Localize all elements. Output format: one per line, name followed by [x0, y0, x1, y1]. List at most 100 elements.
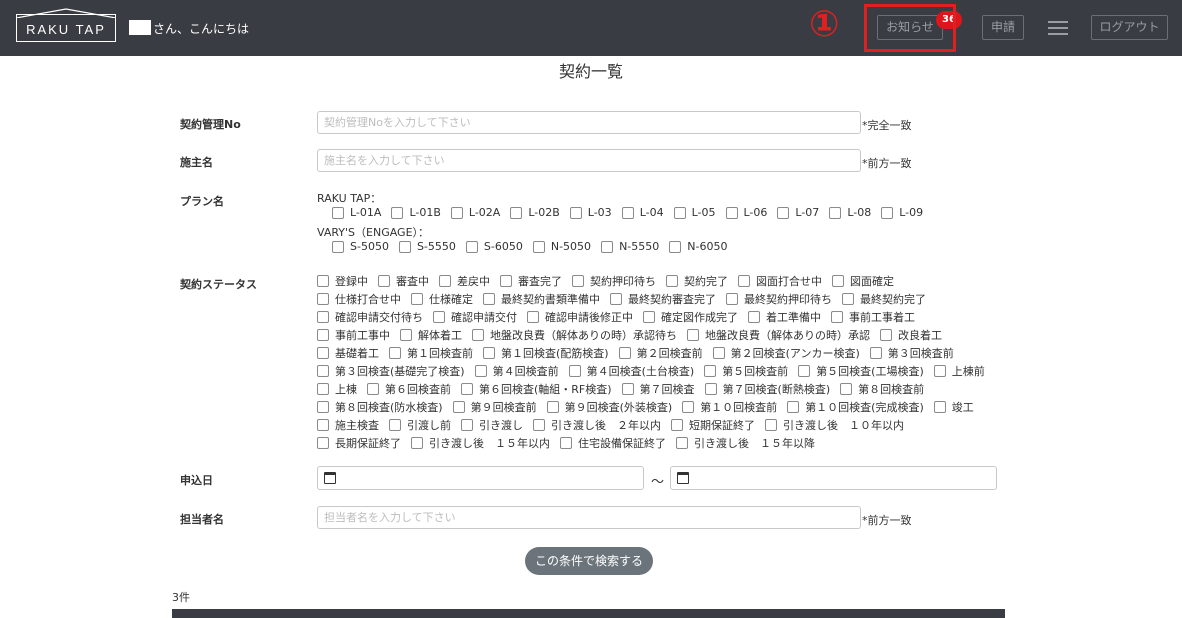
plan-option[interactable]: L-04	[621, 206, 664, 219]
status-option[interactable]: 契約押印待ち	[572, 273, 656, 289]
plan-option[interactable]: S-6050	[465, 240, 523, 253]
checkbox[interactable]	[933, 401, 946, 413]
checkbox[interactable]	[687, 329, 699, 341]
checkbox[interactable]	[465, 240, 478, 253]
checkbox[interactable]	[317, 347, 329, 359]
checkbox[interactable]	[500, 275, 512, 287]
checkbox[interactable]	[398, 240, 411, 253]
status-option[interactable]: 確定図作成完了	[643, 309, 738, 325]
status-option[interactable]: 第１０回検査前	[682, 399, 777, 415]
checkbox[interactable]	[777, 206, 790, 219]
checkbox[interactable]	[933, 365, 946, 377]
plan-option[interactable]: L-02B	[510, 206, 560, 219]
checkbox[interactable]	[411, 293, 423, 305]
checkbox[interactable]	[378, 275, 390, 287]
status-option[interactable]: 引き渡し後 ２年以内	[533, 417, 661, 433]
logout-button[interactable]: ログアウト	[1091, 15, 1168, 40]
status-option[interactable]: 第３回検査(基礎完了検査)	[317, 363, 465, 379]
checkbox[interactable]	[738, 275, 750, 287]
status-option[interactable]: 第８回検査(防水検査)	[317, 399, 443, 415]
apply-date-from-input[interactable]	[317, 466, 644, 490]
status-option[interactable]: 審査完了	[500, 273, 562, 289]
status-option[interactable]: 地盤改良費（解体ありの時）承認	[687, 327, 870, 343]
checkbox[interactable]	[510, 206, 523, 219]
plan-option[interactable]: N-6050	[669, 240, 727, 253]
checkbox[interactable]	[317, 383, 329, 395]
checkbox[interactable]	[676, 437, 688, 449]
checkbox[interactable]	[572, 275, 584, 287]
checkbox[interactable]	[450, 206, 463, 219]
plan-option[interactable]: L-05	[673, 206, 716, 219]
status-option[interactable]: 第１回検査(配筋検査)	[483, 345, 609, 361]
checkbox[interactable]	[643, 311, 655, 323]
checkbox[interactable]	[704, 383, 717, 395]
status-option[interactable]: 上棟前	[933, 363, 985, 379]
checkbox[interactable]	[317, 365, 329, 377]
checkbox[interactable]	[532, 240, 545, 253]
checkbox[interactable]	[671, 419, 683, 431]
checkbox[interactable]	[669, 240, 682, 253]
status-option[interactable]: 引き渡し後 １５年以降	[676, 435, 815, 451]
checkbox[interactable]	[332, 206, 344, 219]
status-option[interactable]: 引き渡し	[461, 417, 523, 433]
contract-no-input[interactable]	[317, 111, 861, 134]
owner-name-input[interactable]	[317, 149, 861, 172]
calendar-icon[interactable]	[677, 472, 689, 484]
checkbox[interactable]	[748, 311, 760, 323]
status-option[interactable]: 施主検査	[317, 417, 379, 433]
status-option[interactable]: 確認申請交付	[433, 309, 517, 325]
checkbox[interactable]	[787, 401, 800, 413]
checkbox[interactable]	[317, 293, 329, 305]
status-option[interactable]: 審査中	[378, 273, 429, 289]
status-option[interactable]: 契約完了	[666, 273, 728, 289]
plan-option[interactable]: L-03	[569, 206, 612, 219]
checkbox[interactable]	[666, 275, 678, 287]
status-option[interactable]: 第４回検査(土台検査)	[568, 363, 694, 379]
status-option[interactable]: 第２回検査前	[618, 345, 703, 361]
status-option[interactable]: 仕様確定	[411, 291, 473, 307]
checkbox[interactable]	[798, 365, 811, 377]
status-option[interactable]: 竣工	[933, 399, 974, 415]
checkbox[interactable]	[560, 437, 572, 449]
status-option[interactable]: 地盤改良費（解体ありの時）承認待ち	[472, 327, 677, 343]
status-option[interactable]: 第８回検査前	[840, 381, 924, 397]
calendar-icon[interactable]	[324, 472, 336, 484]
checkbox[interactable]	[332, 240, 344, 253]
checkbox[interactable]	[367, 383, 379, 395]
status-option[interactable]: 改良着工	[880, 327, 942, 343]
checkbox[interactable]	[726, 293, 738, 305]
plan-option[interactable]: S-5050	[332, 240, 389, 253]
status-option[interactable]: 差戻中	[439, 273, 490, 289]
checkbox[interactable]	[682, 401, 695, 413]
checkbox[interactable]	[472, 329, 484, 341]
apply-button[interactable]: 申請	[982, 15, 1024, 40]
status-option[interactable]: 基礎着工	[317, 345, 379, 361]
status-option[interactable]: 第２回検査(アンカー検査)	[712, 345, 860, 361]
checkbox[interactable]	[461, 383, 473, 395]
status-option[interactable]: 引き渡し後 １０年以内	[765, 417, 904, 433]
status-option[interactable]: 第７回検査(断熱検査)	[704, 381, 830, 397]
checkbox[interactable]	[317, 401, 329, 413]
checkbox[interactable]	[546, 401, 559, 413]
checkbox[interactable]	[842, 293, 854, 305]
status-option[interactable]: 第３回検査前	[869, 345, 954, 361]
checkbox[interactable]	[400, 329, 412, 341]
checkbox[interactable]	[725, 206, 738, 219]
checkbox[interactable]	[880, 329, 892, 341]
status-option[interactable]: 最終契約書類準備中	[483, 291, 600, 307]
status-option[interactable]: 確認申請後修正中	[527, 309, 633, 325]
status-option[interactable]: 長期保証終了	[317, 435, 401, 451]
checkbox[interactable]	[569, 206, 582, 219]
checkbox[interactable]	[527, 311, 539, 323]
checkbox[interactable]	[533, 419, 545, 431]
checkbox[interactable]	[618, 347, 631, 359]
apply-date-to-input[interactable]	[670, 466, 997, 490]
plan-option[interactable]: N-5550	[601, 240, 659, 253]
checkbox[interactable]	[439, 275, 451, 287]
status-option[interactable]: 引き渡し後 １５年以内	[411, 435, 550, 451]
status-option[interactable]: 解体着工	[400, 327, 462, 343]
status-option[interactable]: 住宅設備保証終了	[560, 435, 666, 451]
checkbox[interactable]	[621, 206, 634, 219]
checkbox[interactable]	[317, 311, 329, 323]
checkbox[interactable]	[317, 275, 329, 287]
